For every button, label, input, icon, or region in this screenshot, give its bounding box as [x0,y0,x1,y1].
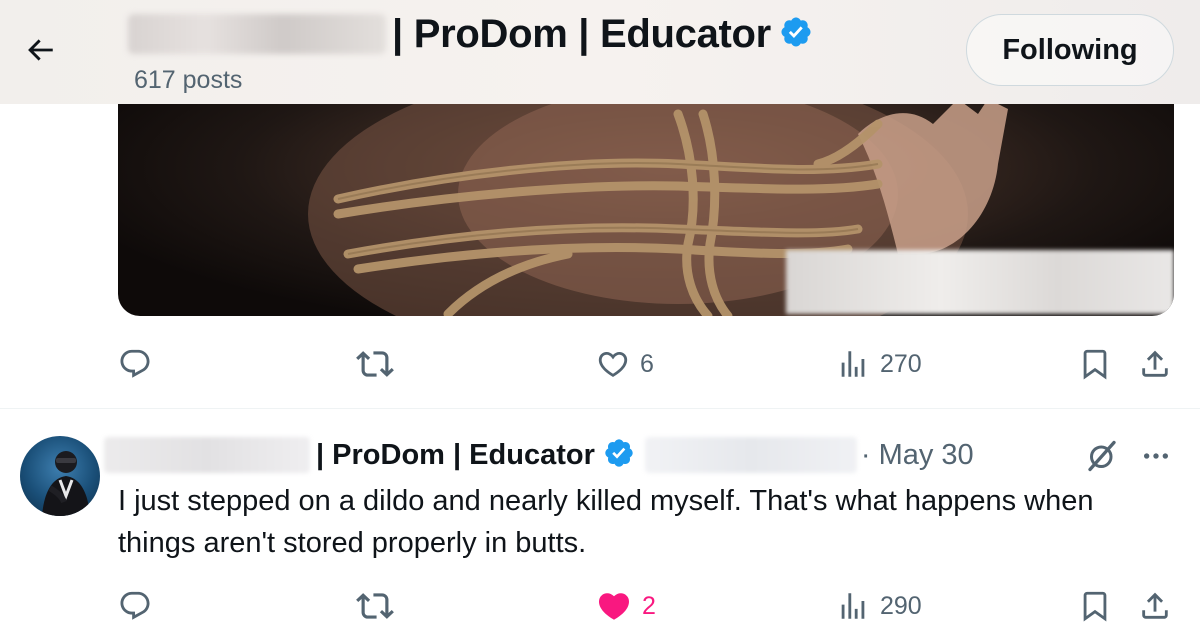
like-button[interactable]: 2 [596,580,656,632]
back-arrow-icon [28,39,53,61]
redacted-handle [644,437,857,473]
reply-icon [120,591,150,620]
view-count: 270 [880,349,922,378]
more-icon [1144,453,1168,459]
redacted-name [128,14,386,54]
like-count: 6 [640,349,654,378]
verified-badge-icon [779,15,813,54]
post-media-image[interactable] [118,104,1174,316]
post2-action-bar: 2 290 [0,580,1200,632]
share-icon [1142,592,1168,619]
like-count: 2 [642,591,656,620]
avatar-person-illustration [42,451,90,516]
view-count: 290 [880,591,922,620]
profile-title: | ProDom | Educator [392,11,771,56]
back-button[interactable] [18,28,62,72]
retweet-icon [356,351,394,377]
reply-icon [120,349,150,378]
share-button[interactable] [1138,338,1172,390]
views-button[interactable]: 270 [836,338,922,390]
views-button[interactable]: 290 [836,580,922,632]
post-text: I just stepped on a dildo and nearly kil… [118,485,1094,559]
retweet-button[interactable] [356,338,394,390]
views-icon [841,351,865,377]
bookmark-icon [1083,591,1107,622]
post-divider [0,408,1200,409]
posts-count: 617 posts [134,66,243,94]
grok-icon [1088,440,1116,472]
bookmark-button[interactable] [1078,580,1112,632]
post-date[interactable]: · May 30 [861,439,974,472]
reply-button[interactable] [118,338,152,390]
verified-badge-icon [603,437,635,474]
following-button[interactable]: Following [966,14,1174,86]
profile-header: | ProDom | Educator 617 posts Following [0,0,1200,104]
post2-header: | ProDom | Educator · May 30 [104,434,974,476]
redacted-name [104,437,310,473]
reply-button[interactable] [118,580,152,632]
heart-icon [598,593,630,620]
heart-icon [598,351,628,377]
like-button[interactable]: 6 [596,338,654,390]
retweet-button[interactable] [356,580,394,632]
retweet-icon [356,593,394,619]
grok-button[interactable] [1082,436,1122,476]
bookmark-button[interactable] [1078,338,1112,390]
more-options-button[interactable] [1136,436,1176,476]
share-button[interactable] [1138,580,1172,632]
profile-name-row: | ProDom | Educator [128,10,813,58]
redacted-watermark [786,250,1174,314]
share-icon [1142,350,1168,377]
views-icon [841,593,865,619]
avatar[interactable] [20,436,100,516]
post1-action-bar: 6 270 [0,338,1200,390]
bookmark-icon [1083,349,1107,380]
author-name[interactable]: | ProDom | Educator [316,439,595,472]
